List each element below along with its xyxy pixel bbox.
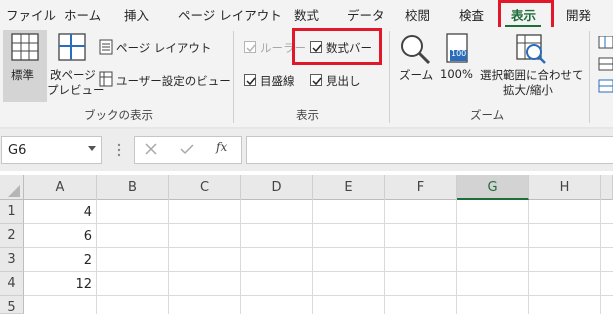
ruler-checkbox[interactable] [244,41,256,53]
tab-file[interactable]: ファイル [6,5,56,24]
drag-handle-icon[interactable] [117,142,121,158]
column-header-g[interactable]: G [457,175,529,200]
column-header-e[interactable]: E [313,175,385,200]
custom-views-icon [99,71,113,87]
group-separator [233,31,234,123]
gridlines-label: 目盛線 [260,74,295,88]
column-header-b[interactable]: B [97,175,169,200]
gridline [24,247,613,248]
formula-bar-highlight-box [292,28,382,65]
tab-inquire[interactable]: 検査 [459,5,484,24]
column-header-h[interactable]: H [529,175,601,200]
page-break-preview-label-1[interactable]: 改ページ [50,67,96,83]
gridlines-checkbox[interactable] [244,74,256,86]
window-group-icons[interactable] [597,36,613,96]
chevron-down-icon[interactable] [88,146,96,152]
zoom-button-label[interactable]: ズーム [399,67,433,83]
column-header-partial[interactable] [601,175,613,200]
zoom-to-selection-icon[interactable] [515,33,547,65]
row-header-3[interactable]: 3 [0,248,24,272]
gridline [600,200,601,314]
column-header-f[interactable]: F [385,175,457,200]
checkmark-icon [246,77,256,86]
gridline [96,200,97,314]
insert-function-fx-button[interactable]: fx [216,140,227,154]
page-layout-button[interactable]: ページ レイアウト [116,40,211,56]
checkmark-icon [312,77,322,86]
name-box-value: G6 [8,143,27,158]
group-label-zoom: ズーム [470,108,505,122]
checkmark-icon [246,44,256,53]
page-break-preview-label-2[interactable]: プレビュー [47,82,105,98]
gridline [528,200,529,314]
group-separator [589,31,590,123]
gridline [456,200,457,314]
tab-insert[interactable]: 挿入 [124,5,149,24]
column-header-d[interactable]: D [241,175,313,200]
tab-review[interactable]: 校閲 [405,5,430,24]
cell-a4[interactable]: 12 [22,277,92,292]
normal-view-label: 標準 [11,68,34,82]
cell-a2[interactable]: 6 [22,229,92,244]
tab-home[interactable]: ホーム [64,5,101,24]
page-break-preview-icon[interactable] [58,33,86,61]
group-separator [389,31,390,123]
page-layout-icon [99,39,113,55]
gridline [24,271,613,272]
headings-checkbox[interactable] [310,74,322,86]
gridline [24,295,613,296]
gridline [312,200,313,314]
zoom-magnifier-icon[interactable] [399,33,431,65]
tab-data[interactable]: データ [347,5,385,24]
gridline [240,200,241,314]
tab-developer[interactable]: 開発 [566,5,591,24]
zoom-to-selection-label-2[interactable]: 拡大/縮小 [503,82,553,98]
custom-views-button[interactable]: ユーザー設定のビュー [116,73,231,89]
normal-view-icon [11,33,39,61]
gridline [24,223,613,224]
row-header-5[interactable]: 5 [0,296,24,315]
headings-label: 見出し [326,74,361,88]
column-header-c[interactable]: C [169,175,241,200]
tab-formulas[interactable]: 数式 [294,5,319,24]
select-all-triangle-icon [8,185,20,197]
cell-a1[interactable]: 4 [22,205,92,220]
group-label-workbook-views: ブックの表示 [84,108,153,122]
row-header-2[interactable]: 2 [0,224,24,248]
tab-page-layout[interactable]: ページ レイアウト [178,5,282,24]
zoom-100-label[interactable]: 100% [440,67,473,81]
gridline [384,200,385,314]
group-label-show: 表示 [296,108,319,122]
gridline [168,200,169,314]
enter-check-icon[interactable] [180,143,194,155]
column-header-a[interactable]: A [24,175,97,200]
row-header-4[interactable]: 4 [0,272,24,296]
view-tab-highlight-box [498,0,554,30]
cancel-x-icon[interactable] [145,143,157,155]
row-header-1[interactable]: 1 [0,200,24,224]
formula-input[interactable] [246,136,613,164]
cell-a3[interactable]: 2 [22,253,92,268]
zoom-to-selection-label-1[interactable]: 選択範囲に合わせて [480,67,584,83]
zoom-100-icon-text: 100 [451,49,467,58]
